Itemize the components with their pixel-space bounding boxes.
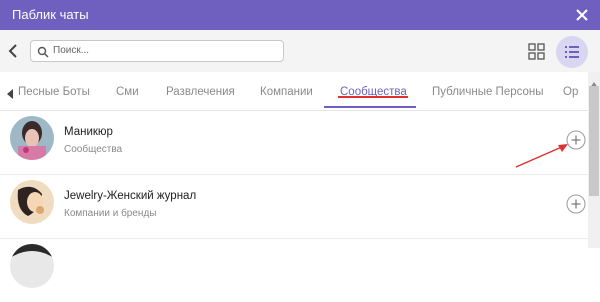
window-title: Паблик чаты: [12, 7, 89, 22]
avatar: [10, 116, 54, 160]
list-item[interactable]: Маникюр Сообщества: [0, 110, 588, 175]
scrollbar[interactable]: [588, 72, 600, 248]
list-view-button[interactable]: [556, 36, 588, 68]
list-view-icon: [565, 46, 579, 58]
category-tabs: Песные Боты Сми Развлечения Компании Соо…: [0, 72, 588, 111]
grid-view-icon[interactable]: [527, 42, 547, 62]
plus-circle-icon[interactable]: [566, 194, 586, 214]
annotation-arrow: [515, 144, 568, 168]
close-icon[interactable]: [572, 5, 592, 25]
search-box[interactable]: [30, 40, 284, 62]
tab-bots[interactable]: Песные Боты: [18, 86, 90, 98]
search-icon: [37, 45, 49, 58]
scrollbar-thumb[interactable]: [589, 86, 599, 196]
toolbar: [0, 30, 600, 72]
item-name: Маникюр: [64, 126, 113, 138]
item-name: Jewelry-Женский журнал: [64, 190, 197, 202]
tab-media[interactable]: Сми: [116, 86, 139, 98]
avatar: [10, 180, 54, 224]
chevron-left-icon[interactable]: [6, 42, 22, 60]
avatar: [10, 244, 54, 288]
active-tab-indicator: [324, 106, 416, 108]
item-category: Компании и бренды: [64, 208, 157, 219]
title-bar: Паблик чаты: [0, 0, 600, 30]
search-input[interactable]: [53, 43, 273, 58]
tab-public-persons[interactable]: Публичные Персоны: [432, 86, 544, 98]
item-category: Сообщества: [64, 144, 123, 155]
chat-list: Маникюр Сообщества Jewelry-Женский журна…: [0, 110, 588, 288]
tab-more[interactable]: Ор: [563, 86, 578, 98]
tab-companies[interactable]: Компании: [260, 86, 313, 98]
tabs-scroll-left-icon[interactable]: [6, 86, 14, 99]
list-item[interactable]: Jewelry-Женский журнал Компании и бренды: [0, 174, 588, 239]
tab-entertainment[interactable]: Развлечения: [166, 86, 235, 98]
annotation-underline: [338, 96, 408, 98]
